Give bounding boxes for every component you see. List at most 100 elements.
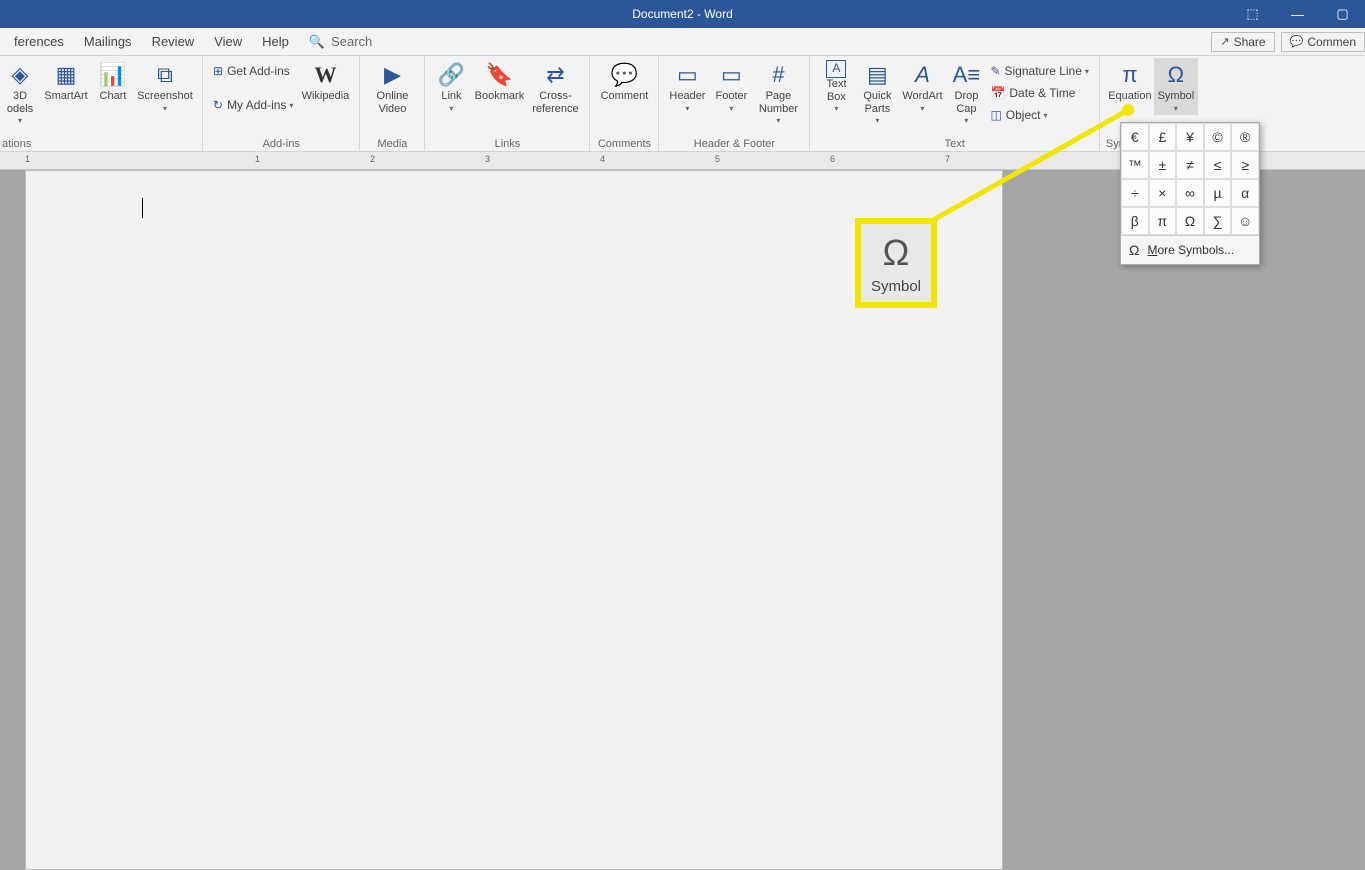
more-symbols-button[interactable]: Ω More Symbols... — [1121, 235, 1259, 264]
title-bar: Document2 - Word ⬚ — ▢ — [0, 0, 1365, 28]
symbol-cell[interactable]: µ — [1204, 179, 1232, 207]
tab-review[interactable]: Review — [142, 28, 205, 56]
store-icon: ⊞ — [213, 64, 223, 78]
calendar-icon: 📅 — [990, 86, 1005, 100]
chevron-down-icon: ▾ — [729, 104, 733, 113]
group-label: Text — [816, 138, 1092, 152]
wikipedia-button[interactable]: WWikipedia — [297, 58, 353, 116]
comments-button[interactable]: 💬Commen — [1281, 32, 1365, 52]
window-title: Document2 - Word — [632, 7, 732, 21]
omega-icon: Ω — [883, 232, 910, 274]
tab-help[interactable]: Help — [252, 28, 299, 56]
symbol-cell[interactable]: Ω — [1176, 207, 1204, 235]
comments-label: Commen — [1307, 35, 1356, 49]
group-label: Add-ins — [209, 138, 353, 152]
addins-icon: ↻ — [213, 98, 223, 112]
header-icon: ▭ — [677, 60, 698, 90]
share-button[interactable]: ↗Share — [1211, 32, 1274, 52]
symbol-cell[interactable]: ≥ — [1231, 151, 1259, 179]
group-comments: 💬Comment Comments — [590, 56, 659, 152]
minimize-button[interactable]: — — [1275, 0, 1320, 28]
tab-view[interactable]: View — [204, 28, 252, 56]
chevron-down-icon: ▾ — [18, 116, 22, 125]
restore-button[interactable]: ▢ — [1320, 0, 1365, 28]
symbol-dropdown: €£¥©® ™±≠≤≥ ÷×∞µα βπΩ∑☺ Ω More Symbols... — [1120, 122, 1260, 265]
symbol-cell[interactable]: ∑ — [1204, 207, 1232, 235]
group-links: 🔗Link▾ 🔖Bookmark ⇄Cross- reference Links — [425, 56, 590, 152]
symbol-button[interactable]: ΩSymbol▾ — [1154, 58, 1198, 115]
signature-icon: ✎ — [990, 64, 1000, 78]
bookmark-button[interactable]: 🔖Bookmark — [471, 58, 527, 117]
page-number-icon: # — [772, 60, 784, 90]
crossref-icon: ⇄ — [546, 60, 564, 90]
search-placeholder: Search — [331, 34, 372, 49]
symbol-cell[interactable]: π — [1149, 207, 1177, 235]
textbox-icon: A — [826, 60, 846, 78]
dropcap-icon: A≡ — [953, 60, 981, 90]
search-box[interactable]: 🔍 Search — [309, 34, 372, 50]
ruler-number: 3 — [485, 154, 490, 164]
online-video-button[interactable]: ▶Online Video — [366, 58, 418, 117]
symbol-cell[interactable]: ≠ — [1176, 151, 1204, 179]
comment-icon: 💬 — [611, 60, 638, 90]
signature-line-button[interactable]: ✎Signature Line▾ — [986, 60, 1092, 82]
quick-parts-button[interactable]: ▤Quick Parts▾ — [856, 58, 898, 127]
header-button[interactable]: ▭Header▾ — [665, 58, 709, 127]
smartart-button[interactable]: ▦SmartArt — [40, 58, 92, 127]
symbol-cell[interactable]: ™ — [1121, 151, 1149, 179]
symbol-cell[interactable]: ☺ — [1231, 207, 1259, 235]
chevron-down-icon: ▾ — [685, 104, 689, 113]
symbol-cell[interactable]: × — [1149, 179, 1177, 207]
group-text: AText Box▾ ▤Quick Parts▾ AWordArt▾ A≡Dro… — [810, 56, 1099, 152]
chevron-down-icon: ▾ — [776, 116, 780, 125]
3d-models-button[interactable]: ◈3D odels▾ — [0, 58, 40, 127]
page-number-button[interactable]: #Page Number▾ — [753, 58, 803, 127]
get-addins-button[interactable]: ⊞Get Add-ins — [209, 60, 297, 82]
ruler-number: 1 — [255, 154, 260, 164]
group-addins: ⊞Get Add-ins ↻My Add-ins▾ WWikipedia Add… — [203, 56, 360, 152]
screenshot-button[interactable]: ⧉Screenshot▾ — [134, 58, 196, 127]
cube-icon: ◈ — [12, 60, 29, 90]
smartart-icon: ▦ — [56, 60, 77, 90]
symbol-cell[interactable]: ® — [1231, 123, 1259, 151]
group-label: ations — [0, 138, 196, 152]
symbol-cell[interactable]: £ — [1149, 123, 1177, 151]
wordart-button[interactable]: AWordArt▾ — [898, 58, 946, 127]
symbol-cell[interactable]: ¥ — [1176, 123, 1204, 151]
link-button[interactable]: 🔗Link▾ — [431, 58, 471, 117]
chart-button[interactable]: 📊Chart — [92, 58, 134, 127]
comment-button[interactable]: 💬Comment — [596, 58, 652, 105]
ruler-number: 6 — [830, 154, 835, 164]
symbol-cell[interactable]: α — [1231, 179, 1259, 207]
object-icon: ◫ — [990, 108, 1001, 122]
footer-button[interactable]: ▭Footer▾ — [709, 58, 753, 127]
my-addins-button[interactable]: ↻My Add-ins▾ — [209, 94, 297, 116]
text-box-button[interactable]: AText Box▾ — [816, 58, 856, 127]
symbol-cell[interactable]: β — [1121, 207, 1149, 235]
comment-icon: 💬 — [1290, 35, 1304, 48]
cross-reference-button[interactable]: ⇄Cross- reference — [527, 58, 583, 117]
chevron-down-icon: ▾ — [1085, 67, 1089, 76]
symbol-cell[interactable]: © — [1204, 123, 1232, 151]
symbol-cell[interactable]: ÷ — [1121, 179, 1149, 207]
symbol-cell[interactable]: ∞ — [1176, 179, 1204, 207]
date-time-button[interactable]: 📅Date & Time — [986, 82, 1092, 104]
link-icon: 🔗 — [438, 60, 465, 90]
tab-mailings[interactable]: Mailings — [74, 28, 142, 56]
symbol-cell[interactable]: ± — [1149, 151, 1177, 179]
chevron-down-icon: ▾ — [449, 104, 453, 113]
quickparts-icon: ▤ — [867, 60, 888, 90]
ribbon-display-options-icon[interactable]: ⬚ — [1230, 0, 1275, 28]
more-symbols-label: More Symbols... — [1147, 243, 1234, 257]
share-icon: ↗ — [1220, 35, 1229, 48]
object-button[interactable]: ◫Object▾ — [986, 104, 1092, 126]
tab-references[interactable]: ferences — [4, 28, 74, 56]
footer-icon: ▭ — [721, 60, 742, 90]
ruler-number: 5 — [715, 154, 720, 164]
search-icon: 🔍 — [309, 34, 325, 50]
pi-icon: π — [1122, 60, 1137, 90]
symbol-cell[interactable]: € — [1121, 123, 1149, 151]
wikipedia-icon: W — [314, 60, 336, 90]
symbol-cell[interactable]: ≤ — [1204, 151, 1232, 179]
drop-cap-button[interactable]: A≡Drop Cap▾ — [946, 58, 986, 127]
